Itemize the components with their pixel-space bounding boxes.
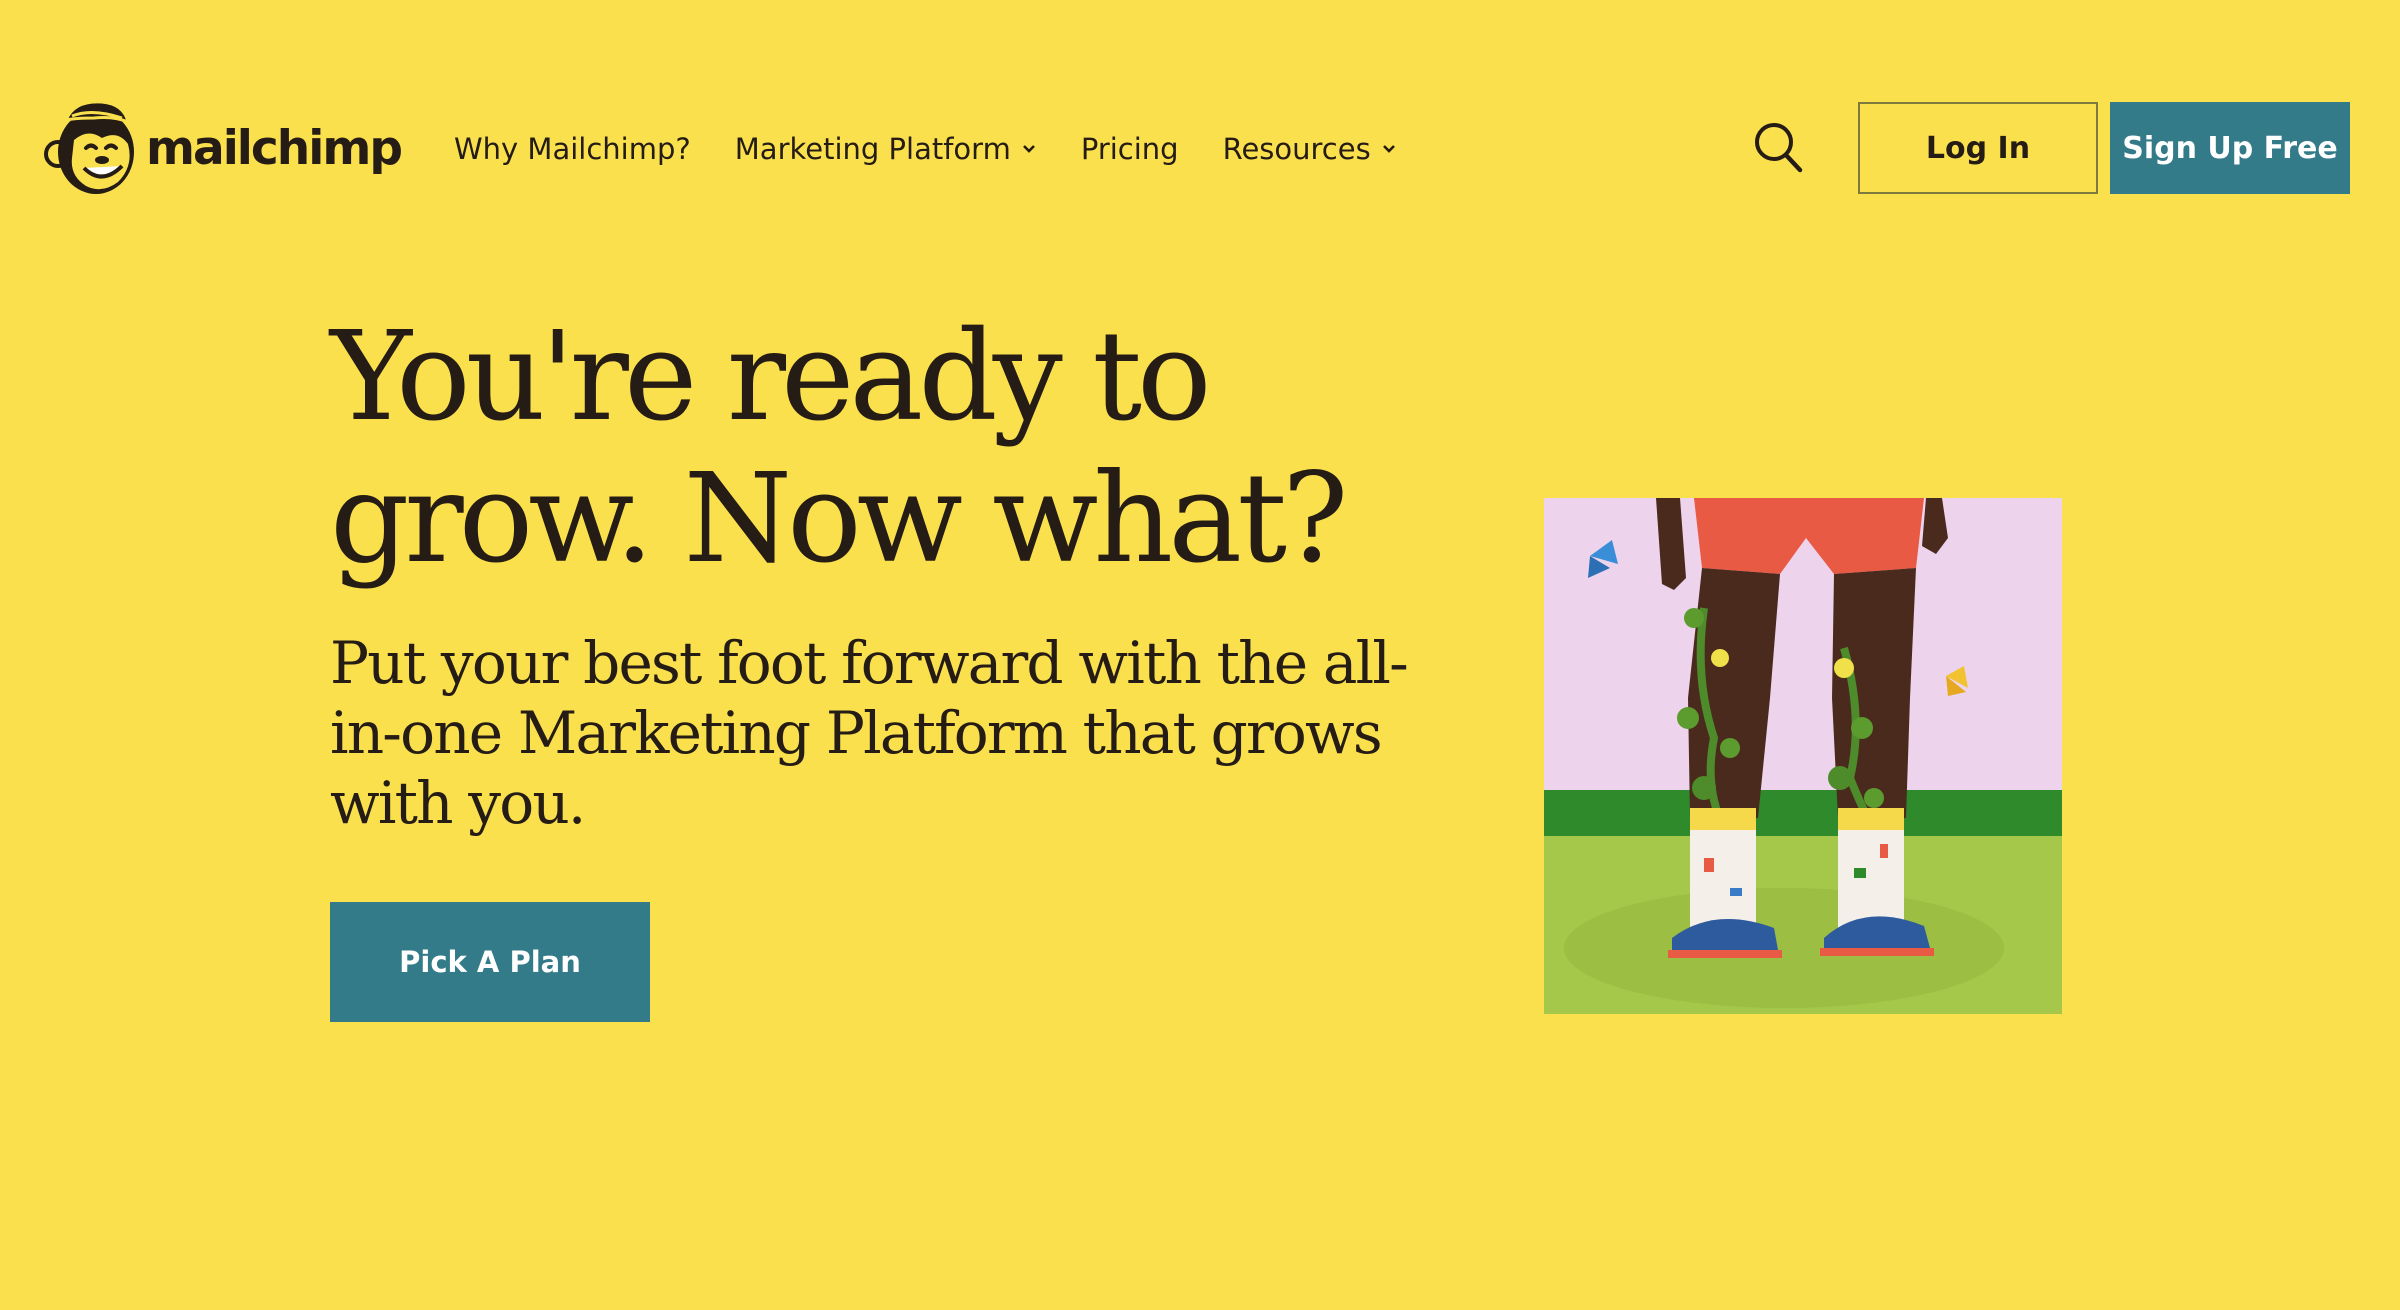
nav-marketing-platform[interactable]: Marketing Platform: [735, 132, 1037, 166]
freddie-monkey-icon: [44, 100, 134, 194]
nav-item-label: Pricing: [1080, 132, 1179, 166]
nav-item-label: Resources: [1222, 132, 1371, 166]
pick-a-plan-button[interactable]: Pick A Plan: [330, 902, 650, 1022]
main-nav: Why Mailchimp? Marketing Platform Pricin…: [454, 124, 1397, 174]
nav-resources[interactable]: Resources: [1223, 132, 1397, 166]
login-button[interactable]: Log In: [1858, 102, 2098, 194]
nav-pricing[interactable]: Pricing: [1081, 132, 1179, 166]
nav-item-label: Marketing Platform: [734, 132, 1011, 166]
nav-item-label: Why Mailchimp?: [454, 132, 691, 166]
hero-image: [1544, 498, 2062, 1014]
legs-with-plants-illustration: [1544, 498, 2062, 1014]
hero-subtitle: Put your best foot forward with the all-…: [330, 629, 1409, 837]
chevron-down-icon: [1382, 145, 1395, 153]
mailchimp-logo[interactable]: mailchimp: [44, 96, 403, 200]
chevron-down-icon: [1022, 145, 1035, 153]
site-header: mailchimp Why Mailchimp? Marketing Platf…: [0, 0, 2400, 300]
signup-button[interactable]: Sign Up Free: [2110, 102, 2350, 194]
search-icon[interactable]: [1752, 120, 1804, 176]
hero-title: You're ready to grow. Now what?: [330, 305, 1349, 591]
nav-why-mailchimp[interactable]: Why Mailchimp?: [454, 132, 691, 166]
brand-wordmark: mailchimp: [146, 120, 403, 176]
